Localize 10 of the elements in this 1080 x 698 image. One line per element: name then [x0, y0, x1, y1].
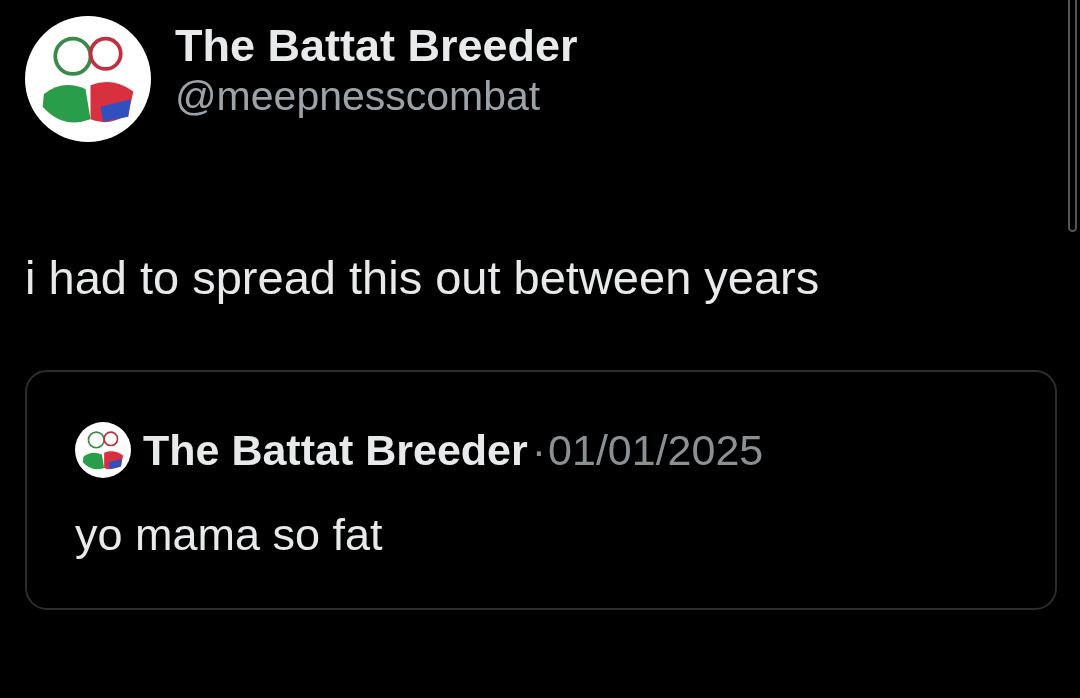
avatar-drawing[interactable]	[25, 16, 151, 142]
author-name: The Battat Breeder	[175, 20, 578, 72]
tweet-text: i had to spread this out between years	[25, 250, 821, 306]
author-handle: @meepnesscombat	[175, 71, 542, 121]
quoted-tweet-text: yo mama so fat	[75, 507, 384, 562]
quoted-date: 01/01/2025	[548, 425, 764, 476]
separator-dot: ·	[531, 425, 547, 476]
quoted-tweet-card[interactable]: The Battat Breeder·01/01/2025 yo mama so fat	[25, 370, 1057, 610]
quoted-author-name: The Battat Breeder	[143, 425, 528, 476]
avatar-drawing[interactable]	[75, 422, 131, 479]
